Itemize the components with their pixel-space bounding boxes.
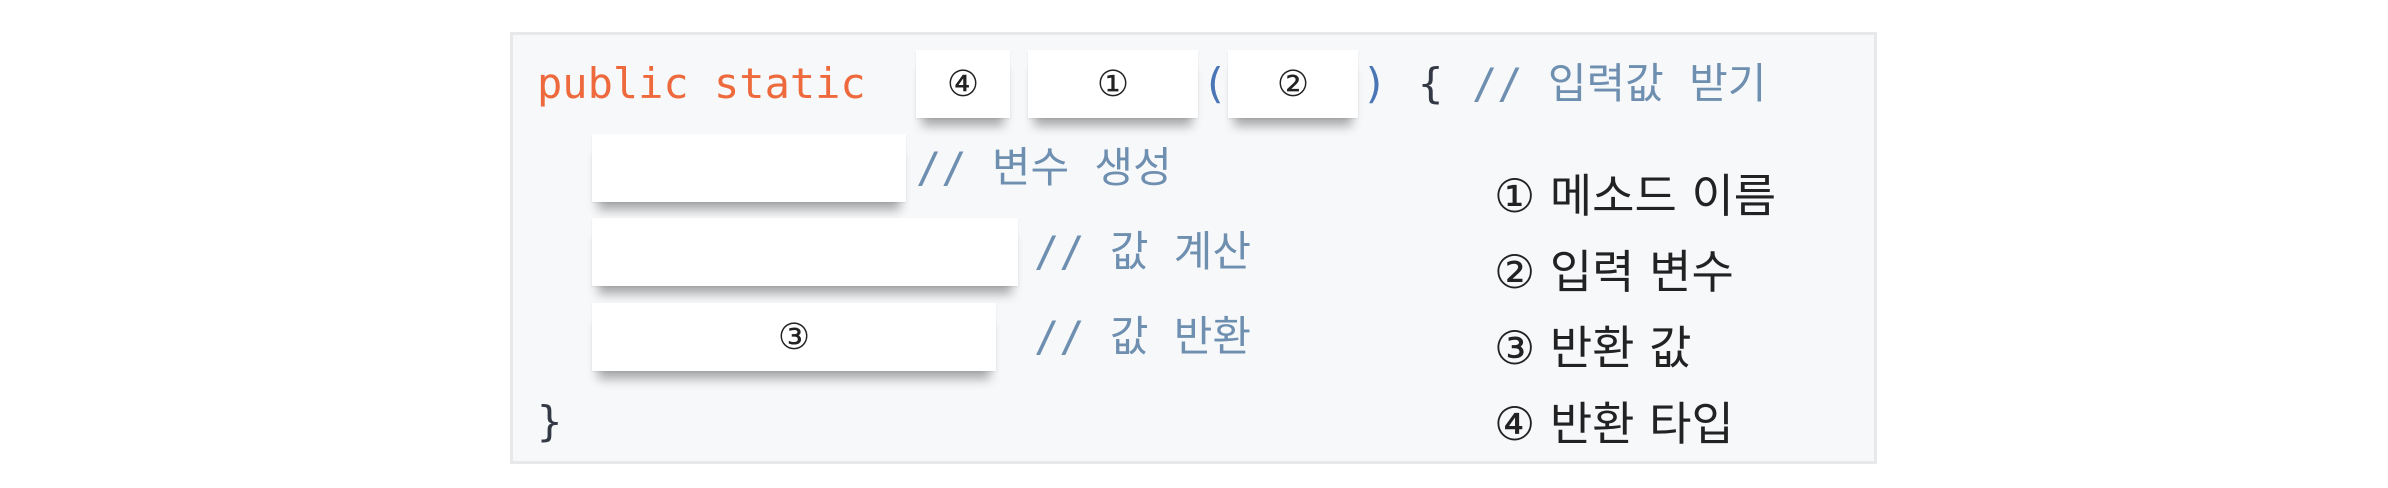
code-close-paren: ): [1362, 59, 1388, 108]
blank-method-name: ①: [1028, 50, 1198, 118]
blank-parameter: ②: [1228, 50, 1358, 118]
blank-parameter-label: ②: [1276, 63, 1310, 105]
comment-return: // 값 반환: [1034, 312, 1252, 361]
legend: ① 메소드 이름 ② 입력 변수 ③ 반환 값 ④ 반환 타입: [1494, 158, 1776, 462]
code-open-paren: (: [1202, 59, 1228, 108]
code-keywords: public static: [537, 59, 866, 108]
blank-return-type: ④: [916, 50, 1010, 118]
comment-variable-creation: // 변수 생성: [916, 143, 1172, 192]
blank-return-value: ③: [592, 303, 996, 371]
legend-item-method-name: ① 메소드 이름: [1494, 169, 1777, 223]
legend-item-parameter: ② 입력 변수: [1494, 245, 1734, 299]
legend-item-return-value: ③ 반환 값: [1494, 321, 1692, 375]
comment-calculation: // 값 계산: [1034, 227, 1252, 276]
code-open-brace: {: [1418, 59, 1444, 108]
blank-return-value-label: ③: [777, 316, 811, 358]
comment-input: // 입력값 받기: [1472, 59, 1767, 108]
blank-variable-creation: [592, 134, 906, 202]
blank-calculation: [592, 218, 1018, 286]
legend-item-return-type: ④ 반환 타입: [1494, 397, 1734, 451]
blank-return-type-label: ④: [946, 63, 980, 105]
code-closing-brace: }: [537, 397, 563, 446]
blank-method-name-label: ①: [1096, 63, 1130, 105]
